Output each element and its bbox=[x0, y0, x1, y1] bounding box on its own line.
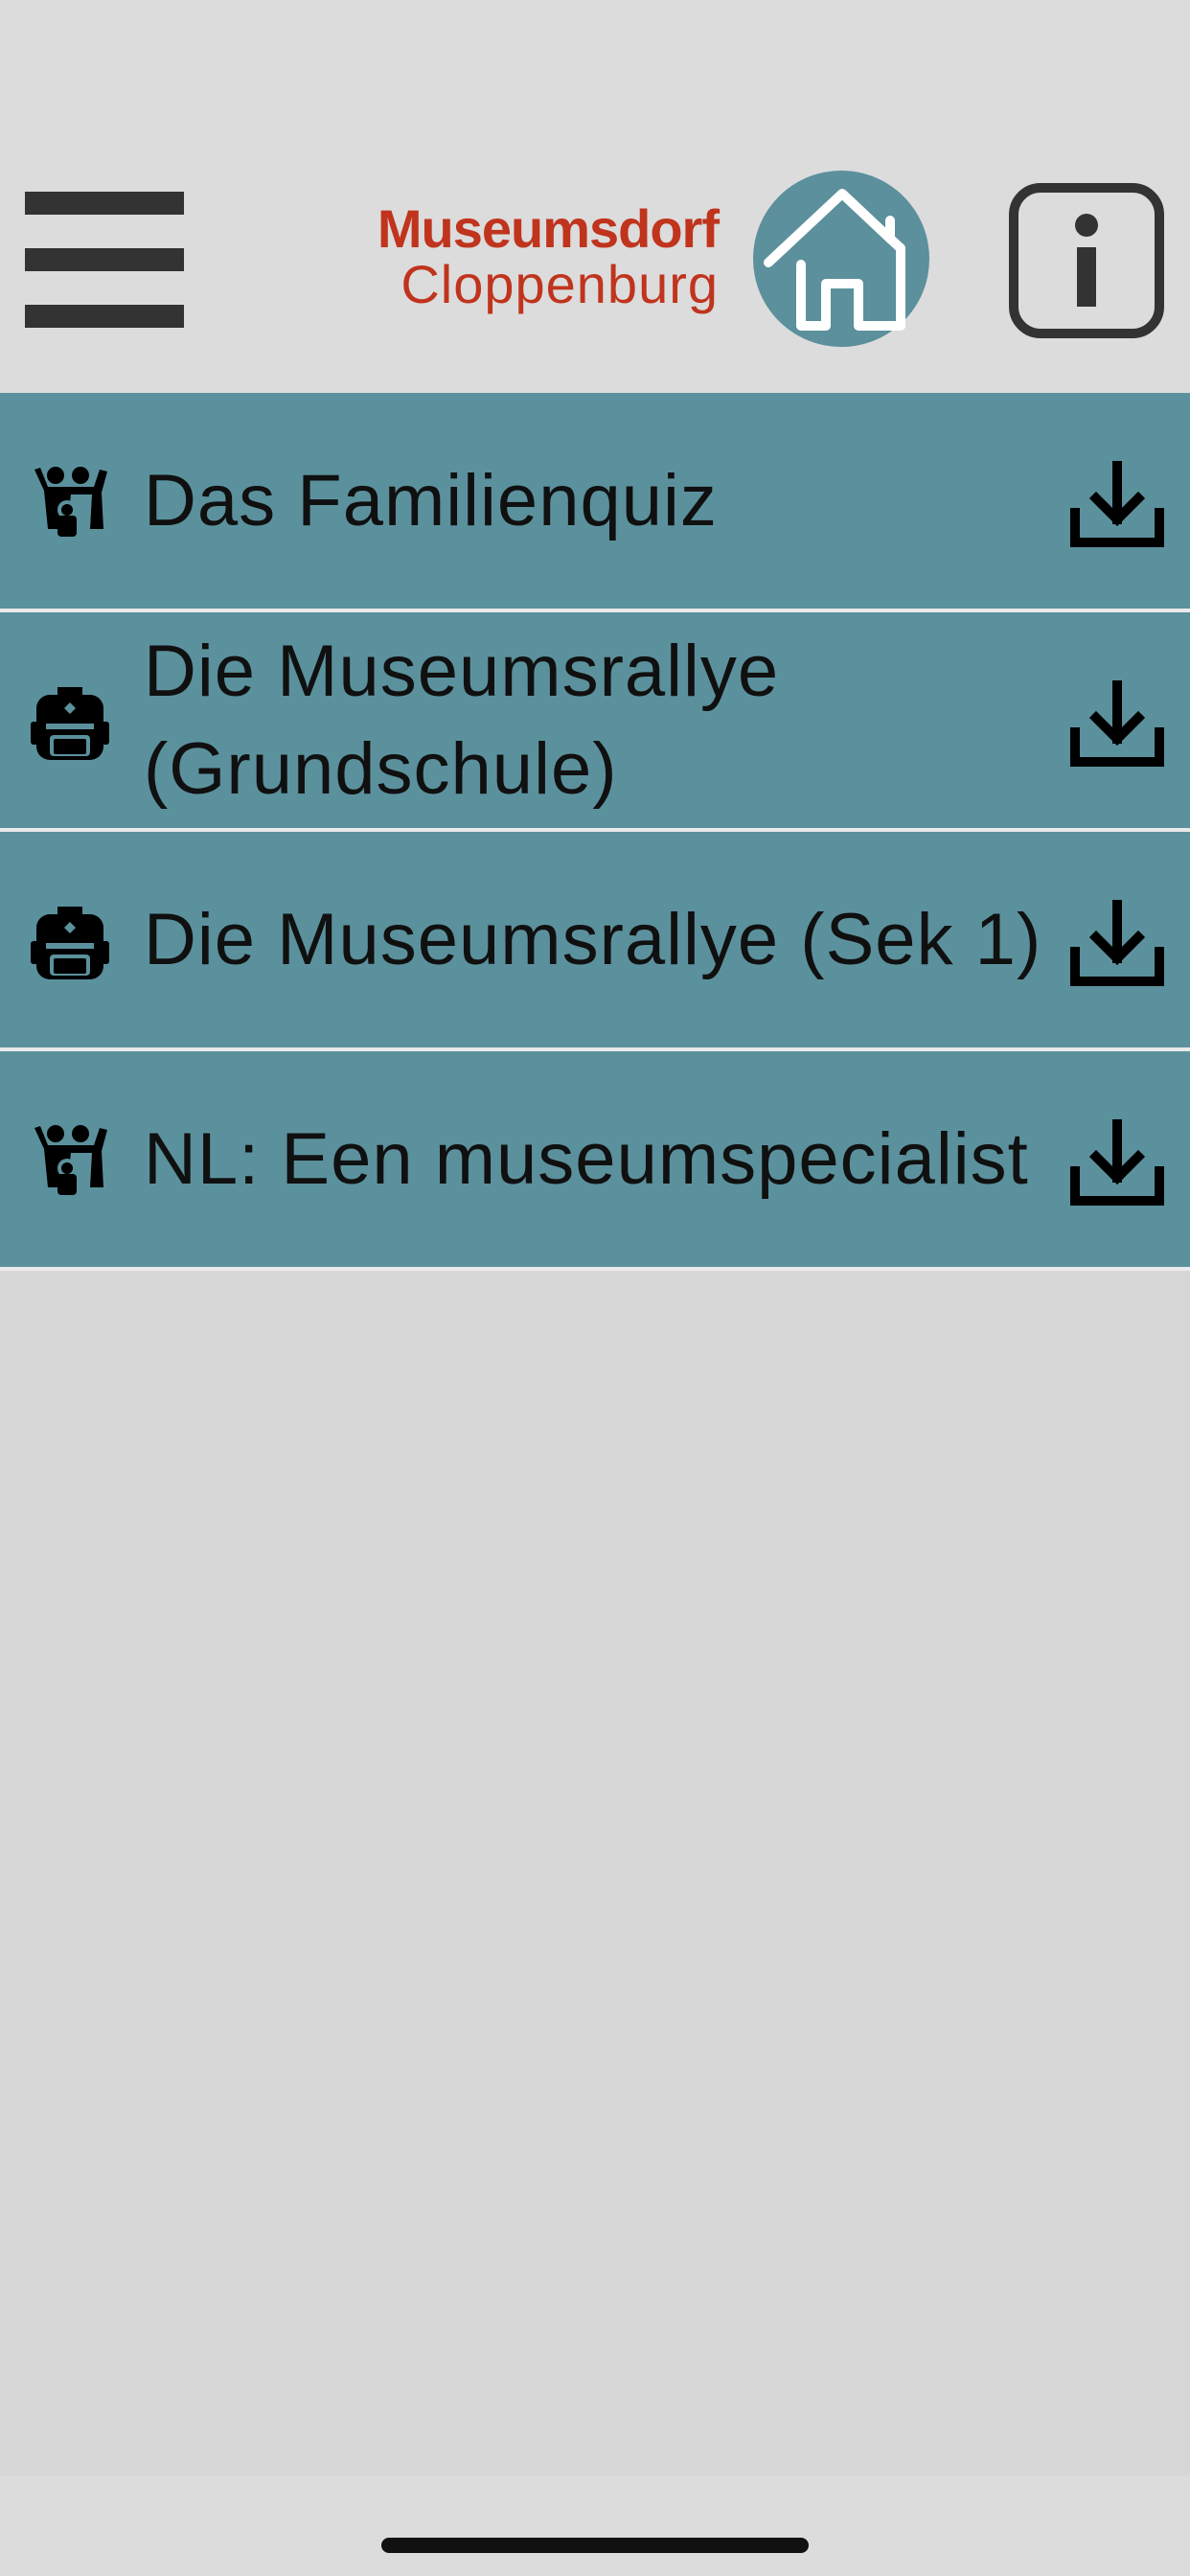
download-icon[interactable] bbox=[1069, 458, 1165, 550]
info-button[interactable] bbox=[1008, 182, 1165, 339]
tour-title: Das Familienquiz bbox=[144, 459, 718, 541]
tour-title: Die Museumsrallye (Sek 1) bbox=[144, 898, 1042, 980]
home-indicator[interactable] bbox=[381, 2538, 809, 2553]
download-icon[interactable] bbox=[1069, 1116, 1165, 1208]
backpack-icon bbox=[31, 687, 109, 760]
tour-list: Das Familienquiz Die Museumsrallye (Grun… bbox=[0, 393, 1190, 1271]
family-icon bbox=[34, 1125, 107, 1195]
tour-item-familienquiz[interactable]: Das Familienquiz bbox=[0, 393, 1190, 612]
tour-item-museumsrallye-sek1[interactable]: Die Museumsrallye (Sek 1) bbox=[0, 832, 1190, 1051]
tour-item-museumspecialist[interactable]: NL: Een museumspecialist bbox=[0, 1051, 1190, 1271]
info-icon bbox=[1009, 183, 1164, 338]
menu-button[interactable] bbox=[25, 192, 184, 328]
family-icon bbox=[34, 467, 107, 537]
tour-item-museumsrallye-grundschule[interactable]: Die Museumsrallye (Grundschule) bbox=[0, 612, 1190, 832]
logo-line-1: Museumsdorf bbox=[377, 198, 720, 259]
backpack-icon bbox=[31, 907, 109, 979]
logo-line-2: Cloppenburg bbox=[400, 254, 719, 314]
home-icon bbox=[764, 189, 905, 331]
tour-title: Die Museumsrallye (Grundschule) bbox=[144, 630, 780, 810]
app-header: Museumsdorf Cloppenburg bbox=[0, 0, 1190, 393]
home-button[interactable] bbox=[753, 171, 929, 347]
download-icon[interactable] bbox=[1069, 678, 1165, 770]
download-icon[interactable] bbox=[1069, 897, 1165, 989]
tour-title: NL: Een museumspecialist bbox=[144, 1117, 1029, 1200]
bottom-safe-area bbox=[0, 2476, 1190, 2576]
museum-logo[interactable]: Museumsdorf Cloppenburg bbox=[326, 198, 720, 316]
